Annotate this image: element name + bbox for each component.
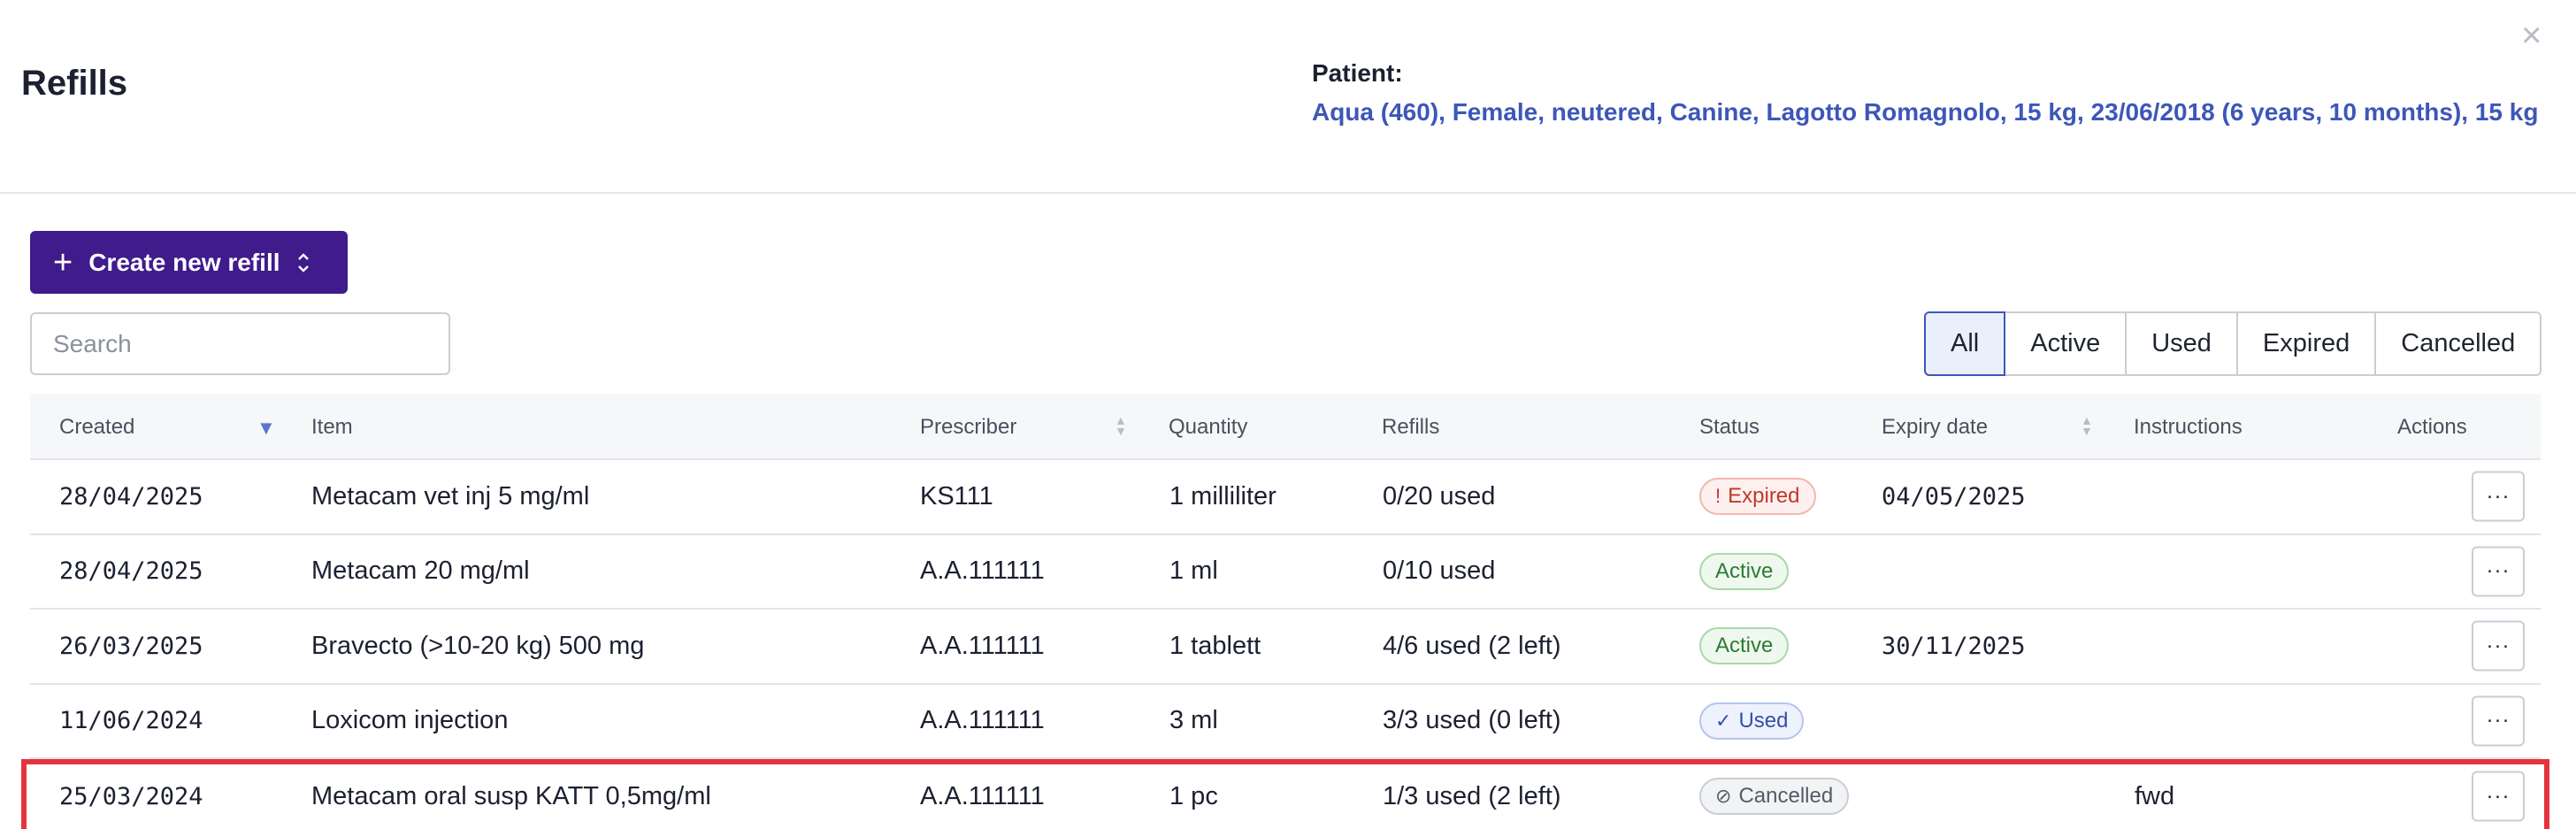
cell-prescriber: A.A.111111: [920, 557, 1045, 586]
status-badge-label: Cancelled: [1738, 784, 1834, 809]
status-badge: ⊘ Cancelled: [1699, 778, 1850, 816]
cell-quantity: 1 pc: [1169, 781, 1218, 810]
cell-status: Active: [1699, 535, 1790, 609]
cell-status: ! Expired: [1699, 460, 1816, 533]
cell-prescriber: KS111: [920, 481, 993, 510]
column-header-refills[interactable]: Refills: [1382, 394, 1439, 460]
cell-quantity: 3 ml: [1169, 706, 1218, 735]
page-title: Refills: [21, 64, 128, 103]
table-header: Created ▼ Item Prescriber ▲ ▼ Quantity Re…: [30, 394, 2541, 460]
column-header-item[interactable]: Item: [311, 394, 353, 460]
create-new-refill-button[interactable]: + Create new refill: [30, 231, 348, 294]
cell-quantity: 1 tablett: [1169, 631, 1261, 660]
filter-cancelled-button[interactable]: Cancelled: [2376, 311, 2542, 376]
table-row[interactable]: 25/03/2024 Metacam oral susp KATT 0,5mg/m…: [21, 759, 2549, 829]
status-badge: Active: [1699, 552, 1790, 590]
cell-instructions: fwd: [2135, 781, 2175, 810]
row-actions-button[interactable]: ···: [2472, 771, 2525, 822]
patient-block: Patient: Aqua (460), Female, neutered, C…: [1312, 57, 2550, 131]
cell-item: Metacam oral susp KATT 0,5mg/ml: [311, 781, 711, 810]
cell-prescriber: A.A.111111: [920, 706, 1045, 735]
cell-created: 25/03/2024: [59, 782, 203, 810]
cell-refills: 1/3 used (2 left): [1383, 781, 1561, 810]
cell-quantity: 1 ml: [1169, 557, 1218, 586]
filter-active-button[interactable]: Active: [2005, 311, 2128, 376]
status-badge-label: Used: [1738, 708, 1789, 733]
status-badge-label: Active: [1715, 633, 1774, 658]
cell-prescriber: A.A.111111: [920, 781, 1045, 810]
search-input[interactable]: [30, 312, 450, 375]
cell-item: Loxicom injection: [311, 706, 509, 735]
column-header-quantity[interactable]: Quantity: [1169, 394, 1247, 460]
column-header-prescriber[interactable]: Prescriber: [920, 394, 1016, 460]
cell-item: Metacam 20 mg/ml: [311, 557, 530, 586]
filter-used-button[interactable]: Used: [2127, 311, 2238, 376]
row-actions-button[interactable]: ···: [2472, 620, 2525, 672]
status-badge: ✓ Used: [1699, 702, 1805, 740]
table-row[interactable]: 28/04/2025 Metacam 20 mg/ml A.A.111111 1 ml…: [30, 535, 2541, 610]
check-icon: ✓: [1715, 709, 1732, 732]
cell-status: ⊘ Cancelled: [1699, 764, 1850, 829]
refills-table: Created ▼ Item Prescriber ▲ ▼ Quantity Re…: [21, 394, 2549, 829]
row-actions-button[interactable]: ···: [2472, 546, 2525, 597]
cell-status: Active: [1699, 610, 1790, 683]
cell-prescriber: A.A.111111: [920, 631, 1045, 660]
status-filter-group: All Active Used Expired Cancelled: [1924, 311, 2542, 376]
column-header-expiry-date[interactable]: Expiry date: [1882, 394, 1988, 460]
table-row[interactable]: 11/06/2024 Loxicom injection A.A.111111 3 m…: [30, 685, 2541, 759]
cell-created: 28/04/2025: [59, 557, 203, 586]
cell-refills: 4/6 used (2 left): [1383, 631, 1561, 660]
cell-item: Metacam vet inj 5 mg/ml: [311, 481, 590, 510]
patient-info-link[interactable]: Aqua (460), Female, neutered, Canine, La…: [1312, 94, 2550, 131]
column-header-created[interactable]: Created: [59, 394, 134, 460]
page-header: Refills Patient: Aqua (460), Female, neu…: [0, 0, 2576, 194]
cell-refills: 3/3 used (0 left): [1383, 706, 1561, 735]
cell-item: Bravecto (>10-20 kg) 500 mg: [311, 631, 645, 660]
cell-status: ✓ Used: [1699, 685, 1805, 758]
filter-all-button[interactable]: All: [1924, 311, 2006, 376]
column-header-actions: Actions: [2397, 414, 2467, 439]
sort-descending-icon[interactable]: ▼: [257, 417, 276, 440]
sort-icon[interactable]: ▲ ▼: [1115, 414, 1127, 437]
plus-icon: +: [53, 243, 73, 281]
chevron-up-down-icon: [296, 251, 310, 274]
cell-created: 26/03/2025: [59, 632, 203, 660]
table-row[interactable]: 26/03/2025 Bravecto (>10-20 kg) 500 mg A.A…: [30, 610, 2541, 685]
cell-refills: 0/10 used: [1383, 557, 1496, 586]
cell-expiry-date: 30/11/2025: [1882, 632, 2026, 660]
table-row[interactable]: 28/04/2025 Metacam vet inj 5 mg/ml KS111 1 …: [30, 460, 2541, 535]
patient-label: Patient:: [1312, 59, 1403, 87]
status-badge-label: Active: [1715, 558, 1774, 583]
column-header-status[interactable]: Status: [1699, 394, 1760, 460]
close-icon[interactable]: ×: [2521, 14, 2542, 57]
sort-icon[interactable]: ▲ ▼: [2081, 414, 2093, 437]
exclamation-icon: !: [1715, 485, 1721, 508]
filter-expired-button[interactable]: Expired: [2237, 311, 2377, 376]
status-badge: Active: [1699, 627, 1790, 665]
cell-created: 28/04/2025: [59, 482, 203, 510]
row-actions-button[interactable]: ···: [2472, 695, 2525, 747]
cancel-circle-icon: ⊘: [1715, 785, 1732, 808]
row-actions-button[interactable]: ···: [2472, 471, 2525, 522]
cell-created: 11/06/2024: [59, 707, 203, 735]
table-body: 28/04/2025 Metacam vet inj 5 mg/ml KS111 1 …: [21, 460, 2549, 829]
column-header-instructions: Instructions: [2134, 414, 2242, 439]
cell-refills: 0/20 used: [1383, 481, 1496, 510]
status-badge-label: Expired: [1728, 484, 1800, 509]
status-badge: ! Expired: [1699, 478, 1816, 516]
cell-expiry-date: 04/05/2025: [1882, 482, 2026, 510]
create-new-refill-label: Create new refill: [88, 248, 280, 276]
cell-quantity: 1 milliliter: [1169, 481, 1276, 510]
